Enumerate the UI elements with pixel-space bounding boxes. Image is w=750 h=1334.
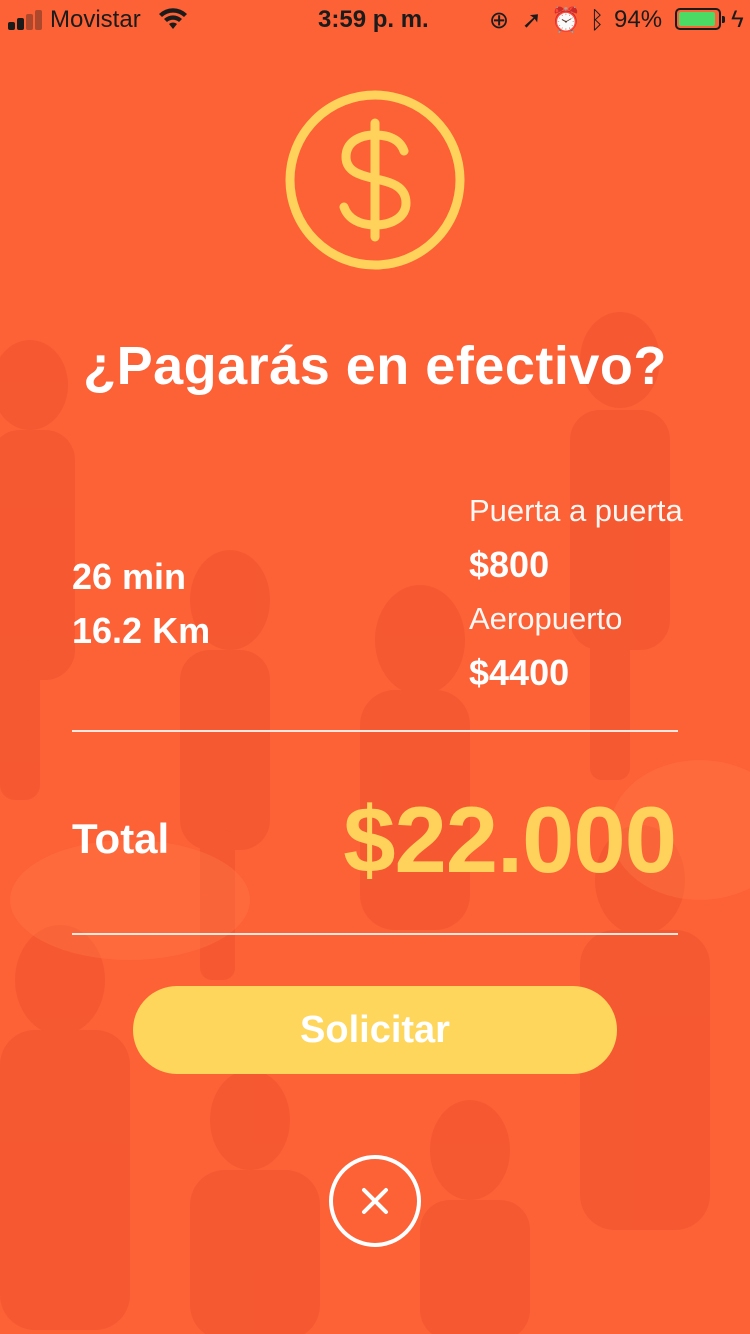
divider-bottom	[72, 933, 678, 935]
fare-value-door-to-door: $800	[469, 544, 550, 585]
fare-breakdown: Puerta a puerta $800 Aeropuerto $4400	[469, 488, 699, 704]
alarm-icon: ⏰	[551, 7, 582, 34]
request-button[interactable]: Solicitar	[133, 986, 617, 1074]
status-time: 3:59 p. m.	[318, 6, 429, 33]
carrier-name: Movistar	[50, 6, 141, 33]
trip-info: 26 min 16.2 Km	[72, 550, 210, 658]
battery-percent: 94%	[614, 6, 663, 33]
close-button[interactable]	[329, 1155, 421, 1247]
fare-label-airport: Aeropuerto	[469, 601, 623, 636]
wifi-icon	[159, 8, 187, 29]
fare-label-door-to-door: Puerta a puerta	[469, 493, 683, 528]
battery-level-fill	[679, 12, 715, 26]
payment-confirmation-screen: Movistar 3:59 p. m. ⊕ ➚ ⏰ ᛒ 94% ϟ ¿Pagar…	[0, 0, 750, 1334]
charging-icon: ϟ	[731, 6, 744, 33]
close-icon	[362, 1188, 388, 1214]
location-icon: ➚	[521, 7, 542, 34]
battery-icon	[675, 8, 725, 30]
signal-strength-icon	[8, 10, 44, 30]
divider-top	[72, 730, 678, 732]
total-amount: $22.000	[343, 787, 677, 892]
bluetooth-icon: ᛒ	[589, 7, 605, 34]
status-icons: ⊕ ➚ ⏰ ᛒ	[486, 6, 610, 35]
fare-value-airport: $4400	[469, 652, 570, 693]
page-title: ¿Pagarás en efectivo?	[83, 336, 667, 396]
orientation-lock-icon: ⊕	[488, 7, 510, 34]
trip-duration: 26 min	[72, 556, 187, 597]
trip-distance: 16.2 Km	[72, 610, 211, 651]
dollar-coin-icon	[285, 90, 465, 270]
total-label: Total	[72, 815, 170, 862]
status-bar: Movistar 3:59 p. m. ⊕ ➚ ⏰ ᛒ 94% ϟ	[0, 0, 750, 40]
